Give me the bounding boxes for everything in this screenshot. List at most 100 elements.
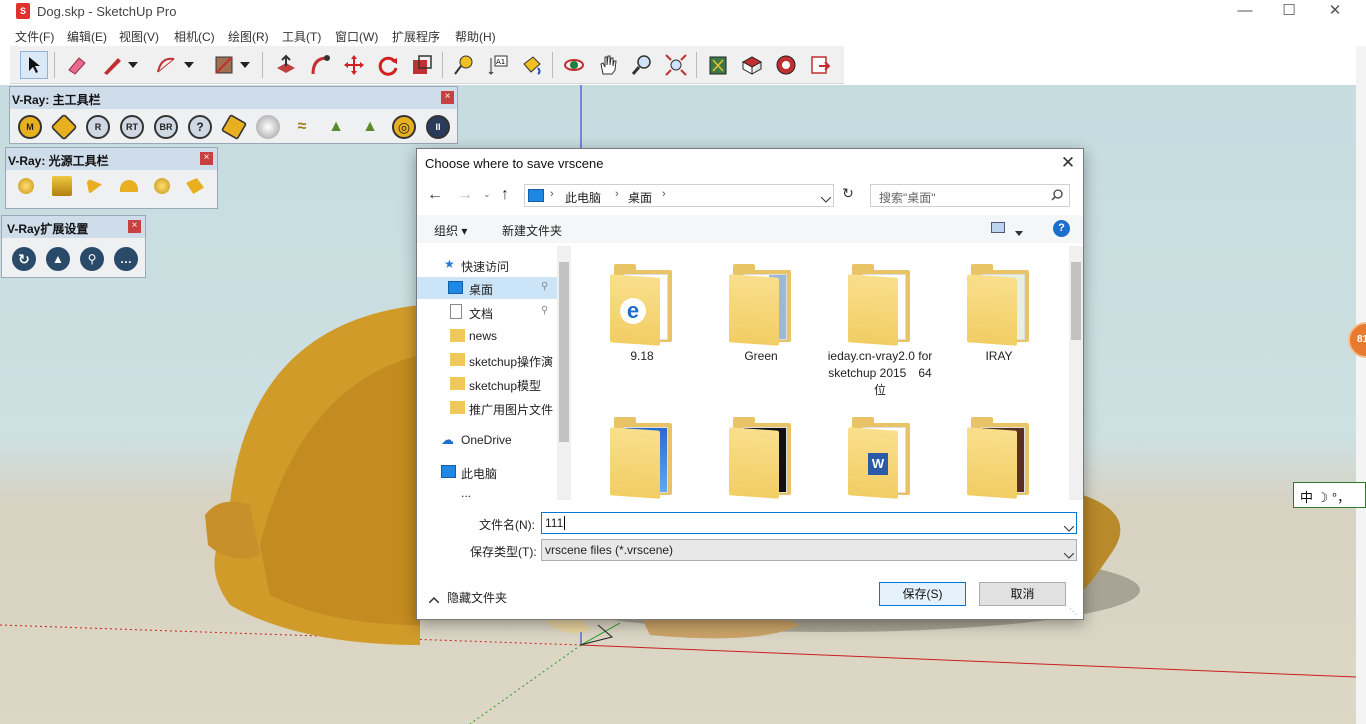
maximize-button[interactable]: ☐ [1266,0,1312,24]
vray-material-editor-icon[interactable]: M [18,115,42,139]
search-input[interactable]: 搜索"桌面" [870,184,1070,207]
ime-indicator[interactable]: 中 ☽ °， [1293,482,1366,508]
refresh-icon[interactable]: ↻ [12,247,36,271]
mesh-light-icon[interactable] [186,178,204,194]
scale-tool-icon[interactable] [408,51,436,79]
menu-tools[interactable]: 工具(T) [282,28,321,45]
menu-edit[interactable]: 编辑(E) [67,28,107,45]
vray-options-icon[interactable] [50,113,78,141]
push-pull-tool-icon[interactable] [272,51,300,79]
chevron-down-icon[interactable] [1015,225,1023,239]
vray-batch-render-icon[interactable]: BR [154,115,178,139]
chevron-down-icon[interactable] [126,51,140,79]
help-icon[interactable]: ? [1053,220,1070,237]
chevron-down-icon[interactable] [820,192,832,206]
follow-me-tool-icon[interactable] [306,51,334,79]
chat-icon[interactable]: … [114,247,138,271]
vray-proxy-import-icon[interactable]: ▲ [324,115,348,139]
nav-folder-news[interactable]: news [417,325,557,347]
file-item[interactable] [706,415,816,500]
chevron-down-icon[interactable] [238,51,252,79]
chevron-down-icon[interactable]: ⌄ [483,189,491,200]
select-tool-icon[interactable] [20,51,48,79]
menu-draw[interactable]: 绘图(R) [228,28,269,45]
extension-warehouse-icon[interactable] [772,51,800,79]
hide-folders-toggle[interactable]: 隐藏文件夹 [447,589,507,606]
file-item[interactable] [587,415,697,500]
vray-frame-buffer-icon[interactable] [220,113,248,141]
nav-network-partial[interactable]: ... [417,486,557,500]
nav-documents[interactable]: 文档 ⚲ [417,301,557,323]
file-item[interactable]: IRAY [944,262,1054,365]
paint-bucket-tool-icon[interactable] [518,51,546,79]
nav-folder-promo-images[interactable]: 推广用图片文件 [417,397,557,419]
light-gen-icon[interactable]: ▲ [46,247,70,271]
components-icon[interactable] [738,51,766,79]
send-to-layout-icon[interactable] [806,51,834,79]
ies-light-icon[interactable] [120,180,138,192]
nav-desktop[interactable]: 桌面 ⚲ [417,277,557,299]
omni-light-icon[interactable] [18,178,34,194]
pin-icon[interactable]: ⚲ [541,281,548,292]
vray-render-icon[interactable]: R [86,115,110,139]
filename-input[interactable]: 111 [541,512,1077,534]
chevron-down-icon[interactable] [1063,548,1075,562]
chevron-up-icon[interactable] [428,592,440,606]
cancel-button[interactable]: 取消 [979,582,1066,606]
pin-icon[interactable]: ⚲ [541,305,548,316]
nav-this-pc[interactable]: 此电脑 [417,461,557,483]
arc-tool-icon[interactable] [152,51,180,79]
menu-extensions[interactable]: 扩展程序 [392,28,440,45]
vray-rt-render-icon[interactable]: RT [120,115,144,139]
pencil-tool-icon[interactable] [98,51,126,79]
key-icon[interactable]: ⚲ [80,247,104,271]
refresh-icon[interactable]: ↻ [837,185,859,207]
menu-help[interactable]: 帮助(H) [455,28,496,45]
dimension-tool-icon[interactable]: A1 [484,51,512,79]
nav-scrollbar[interactable] [557,246,571,500]
orbit-tool-icon[interactable] [560,51,588,79]
tape-measure-tool-icon[interactable] [450,51,478,79]
close-icon[interactable]: × [441,91,454,104]
zoom-extents-icon[interactable] [662,51,690,79]
rotate-tool-icon[interactable] [374,51,402,79]
vray-proxy-export-icon[interactable]: ▲ [358,115,382,139]
close-icon[interactable]: × [128,220,141,233]
menu-camera[interactable]: 相机(C) [174,28,215,45]
vray-infinite-plane-icon[interactable]: ≈ [290,115,314,139]
help-icon[interactable]: ? [188,115,212,139]
rectangle-tool-icon[interactable] [210,51,238,79]
file-item[interactable]: W [825,415,935,500]
breadcrumb-desktop[interactable]: 桌面 [628,189,652,206]
chevron-down-icon[interactable] [1063,521,1075,535]
nav-quick-access[interactable]: ★ 快速访问 [417,254,557,276]
breadcrumb-this-pc[interactable]: 此电脑 [565,189,601,206]
chevron-down-icon[interactable] [182,51,196,79]
file-item[interactable]: ieday.cn-vray2.0 for sketchup 2015 64位 [825,262,935,399]
forward-arrow-icon[interactable]: → [457,186,473,204]
organize-button[interactable]: 组织 ▾ [434,222,467,239]
menu-file[interactable]: 文件(F) [15,28,54,45]
file-scrollbar[interactable] [1069,246,1083,500]
nav-folder-sketchup-ops[interactable]: sketchup操作演 [417,349,557,371]
nav-onedrive[interactable]: ☁ OneDrive [417,429,557,451]
eraser-tool-icon[interactable] [62,51,90,79]
rectangle-light-icon[interactable] [52,176,72,196]
address-bar[interactable]: › 此电脑 › 桌面 › [524,184,834,207]
vray-sphere-icon[interactable] [256,115,280,139]
spot-light-icon[interactable] [86,178,102,194]
view-options-icon[interactable] [991,222,1005,233]
pan-tool-icon[interactable] [594,51,622,79]
zoom-tool-icon[interactable] [628,51,656,79]
new-folder-button[interactable]: 新建文件夹 [502,222,562,239]
menu-window[interactable]: 窗口(W) [335,28,378,45]
resize-grip-icon[interactable]: ⋱ [1069,607,1079,617]
warehouse-icon[interactable] [704,51,732,79]
menu-view[interactable]: 视图(V) [119,28,159,45]
up-arrow-icon[interactable]: ↑ [501,186,509,204]
file-item[interactable]: Green [706,262,816,365]
sphere-light-icon[interactable] [154,178,170,194]
close-icon[interactable]: ✕ [1057,153,1079,175]
move-tool-icon[interactable] [340,51,368,79]
vray-pause-icon[interactable]: II [426,115,450,139]
